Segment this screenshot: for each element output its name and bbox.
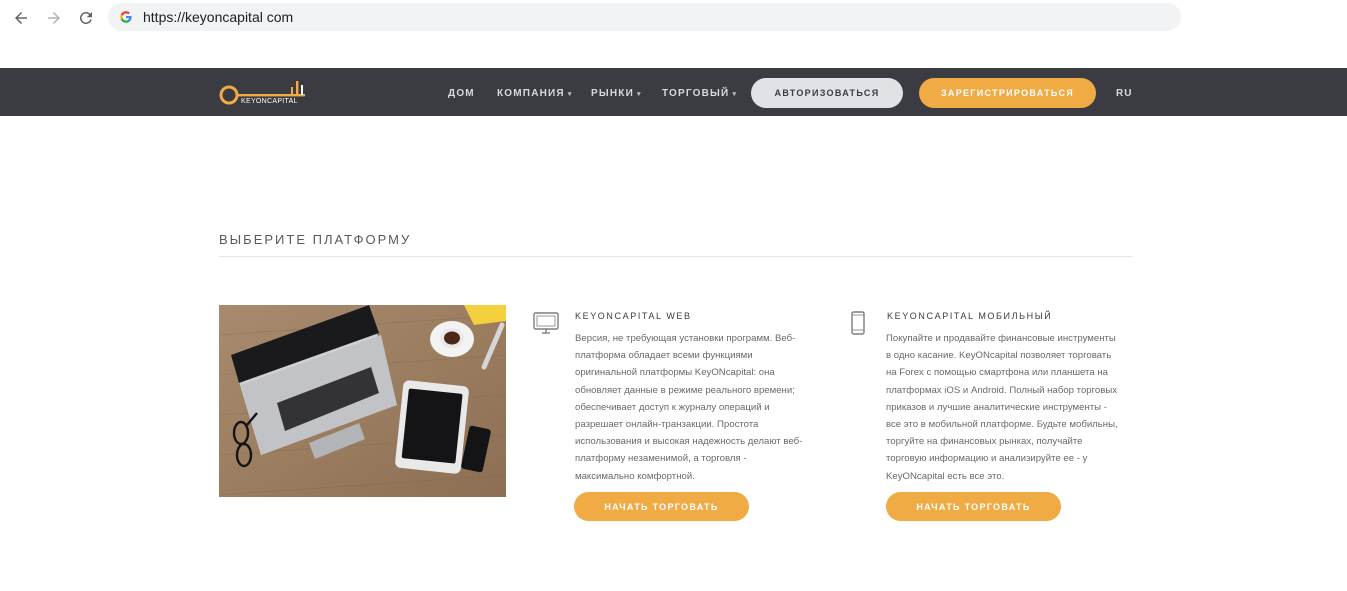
smartphone-icon [851, 311, 865, 335]
description-line: использования и высокая надежность делаю… [575, 436, 803, 448]
logo[interactable]: KEYONCAPITAL [219, 75, 309, 111]
laptop-tablet-photo [219, 305, 506, 497]
menu-item-markets[interactable]: РЫНКИ ▾ [591, 88, 642, 99]
description-line: Покупайте и продавайте финансовые инстру… [886, 333, 1116, 344]
description-line: приказов и лучшие аналитические инструме… [886, 401, 1107, 413]
section-divider [219, 256, 1132, 257]
start-trading-mobile-button[interactable]: НАЧАТЬ ТОРГОВАТЬ [886, 492, 1061, 521]
language-switcher[interactable]: RU [1116, 88, 1132, 99]
menu-item-company[interactable]: КОМПАНИЯ ▾ [497, 88, 573, 99]
description-line: торгуйте на финансовых рынках, получайте [886, 436, 1083, 448]
site-header: KEYONCAPITAL ДОМ КОМПАНИЯ ▾ РЫНКИ ▾ ТОРГОВ… [0, 68, 1347, 116]
url-text[interactable]: https://keyoncapital com [143, 9, 293, 25]
arrow-left-icon[interactable] [9, 6, 33, 30]
section-title: ВЫБЕРИТЕ ПЛАТФОРМУ [219, 232, 412, 247]
platform-description: Покупайте и продавайте финансовые инстру… [886, 330, 1141, 485]
login-button[interactable]: АВТОРИЗОВАТЬСЯ [751, 78, 903, 108]
chevron-down-icon: ▾ [636, 91, 642, 98]
arrow-right-icon[interactable] [42, 6, 66, 30]
menu-item-label: ДОМ [448, 88, 475, 99]
description-line: максимально комфортной. [575, 470, 695, 482]
description-line: оригинальной платформы KeyONcapital: она [575, 367, 775, 379]
platform-title: KEYONCAPITAL МОБИЛЬНЫЙ [887, 311, 1053, 321]
menu-item-label: ТОРГОВЫЙ [662, 88, 730, 99]
description-line: платформа обладает всеми функциями [575, 350, 753, 362]
register-button[interactable]: ЗАРЕГИСТРИРОВАТЬСЯ [919, 78, 1096, 108]
chevron-down-icon: ▾ [567, 91, 573, 98]
logo-key-icon [219, 81, 305, 105]
description-line: обеспечивает доступ к журналу операций и [575, 401, 770, 413]
monitor-icon [533, 312, 559, 334]
description-line: KeyONcapital есть все это. [886, 470, 1005, 482]
reload-icon[interactable] [74, 6, 98, 30]
description-line: платформах iOS и Android. Полный набор т… [886, 384, 1118, 396]
chevron-down-icon: ▾ [732, 91, 738, 98]
description-line: обновляет данные в режиме реального врем… [575, 384, 795, 396]
description-line: на Forex с помощью смартфона или планшет… [886, 367, 1108, 379]
logo-text: KEYONCAPITAL [241, 98, 298, 105]
address-bar[interactable]: https://keyoncapital com [108, 3, 1181, 31]
description-line: платформу незаменимой, а торговля - [575, 453, 747, 465]
platform-description: Версия, не требующая установки программ.… [575, 330, 825, 485]
menu-item-trading[interactable]: ТОРГОВЫЙ ▾ [662, 88, 737, 99]
description-line: разрешает онлайн-транзакции. Простота [575, 419, 759, 431]
google-icon [120, 11, 132, 23]
platform-title: KEYONCAPITAL WEB [575, 311, 692, 321]
description-line: в одно касание. KeyONcapital позволяет т… [886, 350, 1112, 362]
description-line: все это в мобильной платформе. Будьте мо… [886, 419, 1118, 431]
browser-chrome: https://keyoncapital com [0, 0, 1347, 68]
menu-item-label: РЫНКИ [591, 88, 634, 99]
description-line: Версия, не требующая установки программ.… [575, 333, 796, 344]
menu-item-home[interactable]: ДОМ [448, 88, 475, 99]
menu-item-label: КОМПАНИЯ [497, 88, 565, 99]
start-trading-web-button[interactable]: НАЧАТЬ ТОРГОВАТЬ [574, 492, 749, 521]
description-line: торговую информацию и анализируйте ее - … [886, 453, 1088, 465]
